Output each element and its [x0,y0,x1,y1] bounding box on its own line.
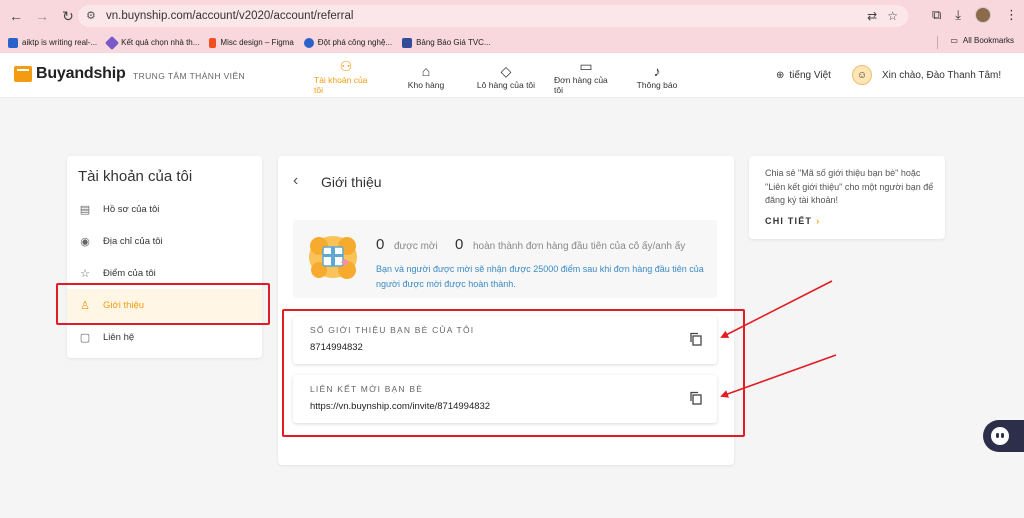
chat-bot-icon [991,427,1009,445]
figma-icon [209,37,217,48]
brand-logo[interactable]: Buyandship [14,65,126,83]
share-info-card: Chia sẻ "Mã số giới thiệu bạn bè" hoặc "… [749,156,945,239]
warehouse-icon: ⌂ [421,62,431,79]
nav-label: Thông báo [636,79,678,90]
logo-box-icon [14,66,32,82]
completed-count: 0 [455,236,464,253]
site-info-icon[interactable]: ⚙ [86,9,100,23]
box-icon: ◇ [500,62,512,79]
annotation-highlight-box [282,309,745,437]
star-icon: ☆ [80,267,90,280]
bookmark-item[interactable]: Misc design – Figma [209,37,294,48]
language-selector[interactable]: ⊕ tiếng Việt [776,70,831,81]
browser-toolbar: ← → ↻ ⚙ vn.buynship.com/account/v2020/ac… [0,0,1024,32]
bookmark-favicon-icon [303,37,314,48]
sidebar-item-label: Hồ sơ của tôi [103,203,160,215]
share-info-text: Chia sẻ "Mã số giới thiệu bạn bè" hoặc "… [765,168,934,205]
invited-label: được mời [394,241,438,252]
back-arrow-icon[interactable]: ← [6,6,26,26]
invited-count: 0 [376,236,385,253]
chevron-right-icon: › [816,216,821,226]
id-card-icon: ▤ [79,203,91,216]
sidebar-item-label: Điểm của tôi [103,267,156,279]
main-nav: ⚇ Tài khoản của tôi ⌂ Kho hàng ◇ Lô hàng… [306,53,688,98]
reward-description: Bạn và người được mời sẽ nhận được 25000… [376,264,704,289]
completed-label: hoàn thành đơn hàng đầu tiên của cô ấy/a… [473,241,686,252]
bookmark-item[interactable]: Đột phá công nghệ... [303,37,392,48]
user-avatar: ☺ [852,65,872,85]
language-label: tiếng Việt [789,70,831,81]
details-link-label: CHI TIẾT [765,216,813,226]
bookmark-star-icon[interactable]: ☆ [887,9,898,23]
folder-icon: ▭ [950,36,958,45]
sidebar-item-address[interactable]: ◉ Địa chỉ của tôi [67,225,262,257]
profile-avatar[interactable] [975,7,991,23]
nav-my-shipments[interactable]: ◇ Lô hàng của tôi [466,53,546,98]
bookmark-item[interactable]: Bảng Báo Giá TVC... [402,37,491,48]
sidebar-item-label: Địa chỉ của tôi [103,235,163,247]
bookmark-favicon-icon [105,35,120,50]
site-header: Buyandship TRUNG TÂM THÀNH VIÊN ⚇ Tài kh… [0,53,1024,98]
annotation-highlight-box [56,283,270,325]
back-chevron-icon[interactable]: ‹ [293,172,298,190]
nav-label: Đơn hàng của tôi [554,74,608,95]
location-icon: ◉ [80,235,90,248]
account-sidebar: Tài khoản của tôi ▤ Hồ sơ của tôi ◉ Địa … [67,156,262,358]
translate-icon[interactable]: ⇄ [867,9,877,23]
sidebar-item-label: Liên hệ [103,331,135,343]
nav-my-orders[interactable]: ▭ Đơn hàng của tôi [546,53,626,98]
user-greeting[interactable]: ☺ Xin chào, Đào Thanh Tâm! [852,65,1001,85]
person-icon: ⚇ [339,57,353,74]
nav-warehouse[interactable]: ⌂ Kho hàng [386,53,466,98]
nav-notifications[interactable]: ♪ Thông báo [626,53,688,98]
extensions-icon[interactable]: ⧉ [932,7,941,23]
nav-label: Tài khoản của tôi [314,74,368,95]
bookmark-divider [937,36,938,49]
details-link[interactable]: CHI TIẾT › [765,216,820,226]
nav-label: Lô hàng của tôi [476,79,536,90]
brand-subtitle: TRUNG TÂM THÀNH VIÊN [133,71,246,81]
nav-label: Kho hàng [407,79,445,90]
sidebar-item-contact[interactable]: ▢ Liên hệ [67,321,262,353]
sidebar-title: Tài khoản của tôi [78,168,193,185]
sidebar-item-profile[interactable]: ▤ Hồ sơ của tôi [67,193,262,225]
address-bar[interactable]: ⚙ vn.buynship.com/account/v2020/account/… [78,5,908,27]
all-bookmarks[interactable]: ▭ All Bookmarks [950,36,1014,45]
chat-icon: ▢ [79,331,91,344]
bookmark-item[interactable]: aiktp is writing real-... [8,37,97,48]
nav-my-account[interactable]: ⚇ Tài khoản của tôi [306,53,386,98]
chat-widget-button[interactable] [983,420,1024,452]
page-title: Giới thiệu [321,174,382,190]
globe-icon: ⊕ [776,70,785,81]
forward-arrow-icon[interactable]: → [32,6,52,26]
bookmarks-bar: aiktp is writing real-... Kết quả chọn n… [0,32,1024,53]
bookmark-favicon-icon [8,37,18,48]
bookmark-item[interactable]: Kết quả chọn nhà th... [105,35,199,50]
gift-illustration-icon [309,236,357,279]
url-text: vn.buynship.com/account/v2020/account/re… [106,10,354,22]
greeting-text: Xin chào, Đào Thanh Tâm! [882,69,1002,81]
bookmark-favicon-icon [402,37,413,48]
bell-icon: ♪ [653,62,661,79]
reload-icon[interactable]: ↻ [58,6,78,26]
truck-icon: ▭ [579,57,593,74]
menu-dots-icon[interactable]: ⋮ [1005,7,1018,23]
brand-name: Buyandship [36,65,126,82]
download-icon[interactable]: ⤓ [955,7,961,23]
